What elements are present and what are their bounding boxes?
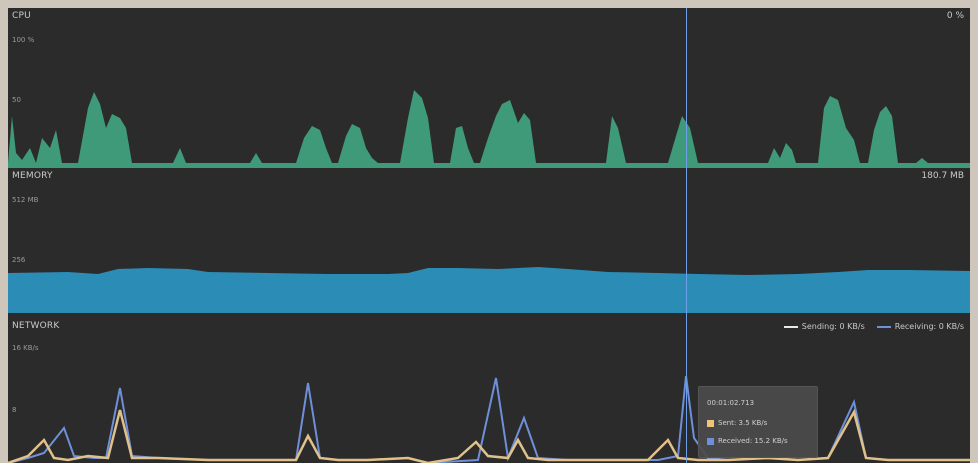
profiler-frame: CPU 0 % 100 % 50 MEMORY 180.7 MB 512 MB …	[8, 8, 970, 463]
tooltip-received-swatch	[707, 437, 714, 445]
memory-area	[8, 267, 970, 313]
sending-line	[8, 408, 970, 463]
receiving-line	[8, 375, 970, 463]
network-panel: NETWORK Sending: 0 KB/s Receiving: 0 KB/…	[8, 318, 970, 463]
cpu-panel: CPU 0 % 100 % 50	[8, 8, 970, 168]
memory-panel: MEMORY 180.7 MB 512 MB 256	[8, 168, 970, 318]
network-chart	[8, 375, 970, 463]
tooltip-sent-row: Sent: 3.5 KB/s	[707, 419, 767, 427]
cpu-area	[8, 90, 970, 168]
network-tooltip: 00:01:02.713 Sent: 3.5 KB/s Received: 15…	[698, 386, 818, 458]
memory-chart	[8, 267, 970, 313]
tooltip-sent-label: Sent: 3.5 KB/s	[718, 419, 768, 427]
tooltip-received-row: Received: 15.2 KB/s	[707, 437, 788, 445]
time-cursor-line[interactable]	[686, 8, 687, 463]
tooltip-received-label: Received: 15.2 KB/s	[718, 437, 788, 445]
tooltip-sent-swatch	[707, 419, 714, 427]
tooltip-time: 00:01:02.713	[707, 399, 755, 407]
cpu-chart	[8, 90, 970, 168]
